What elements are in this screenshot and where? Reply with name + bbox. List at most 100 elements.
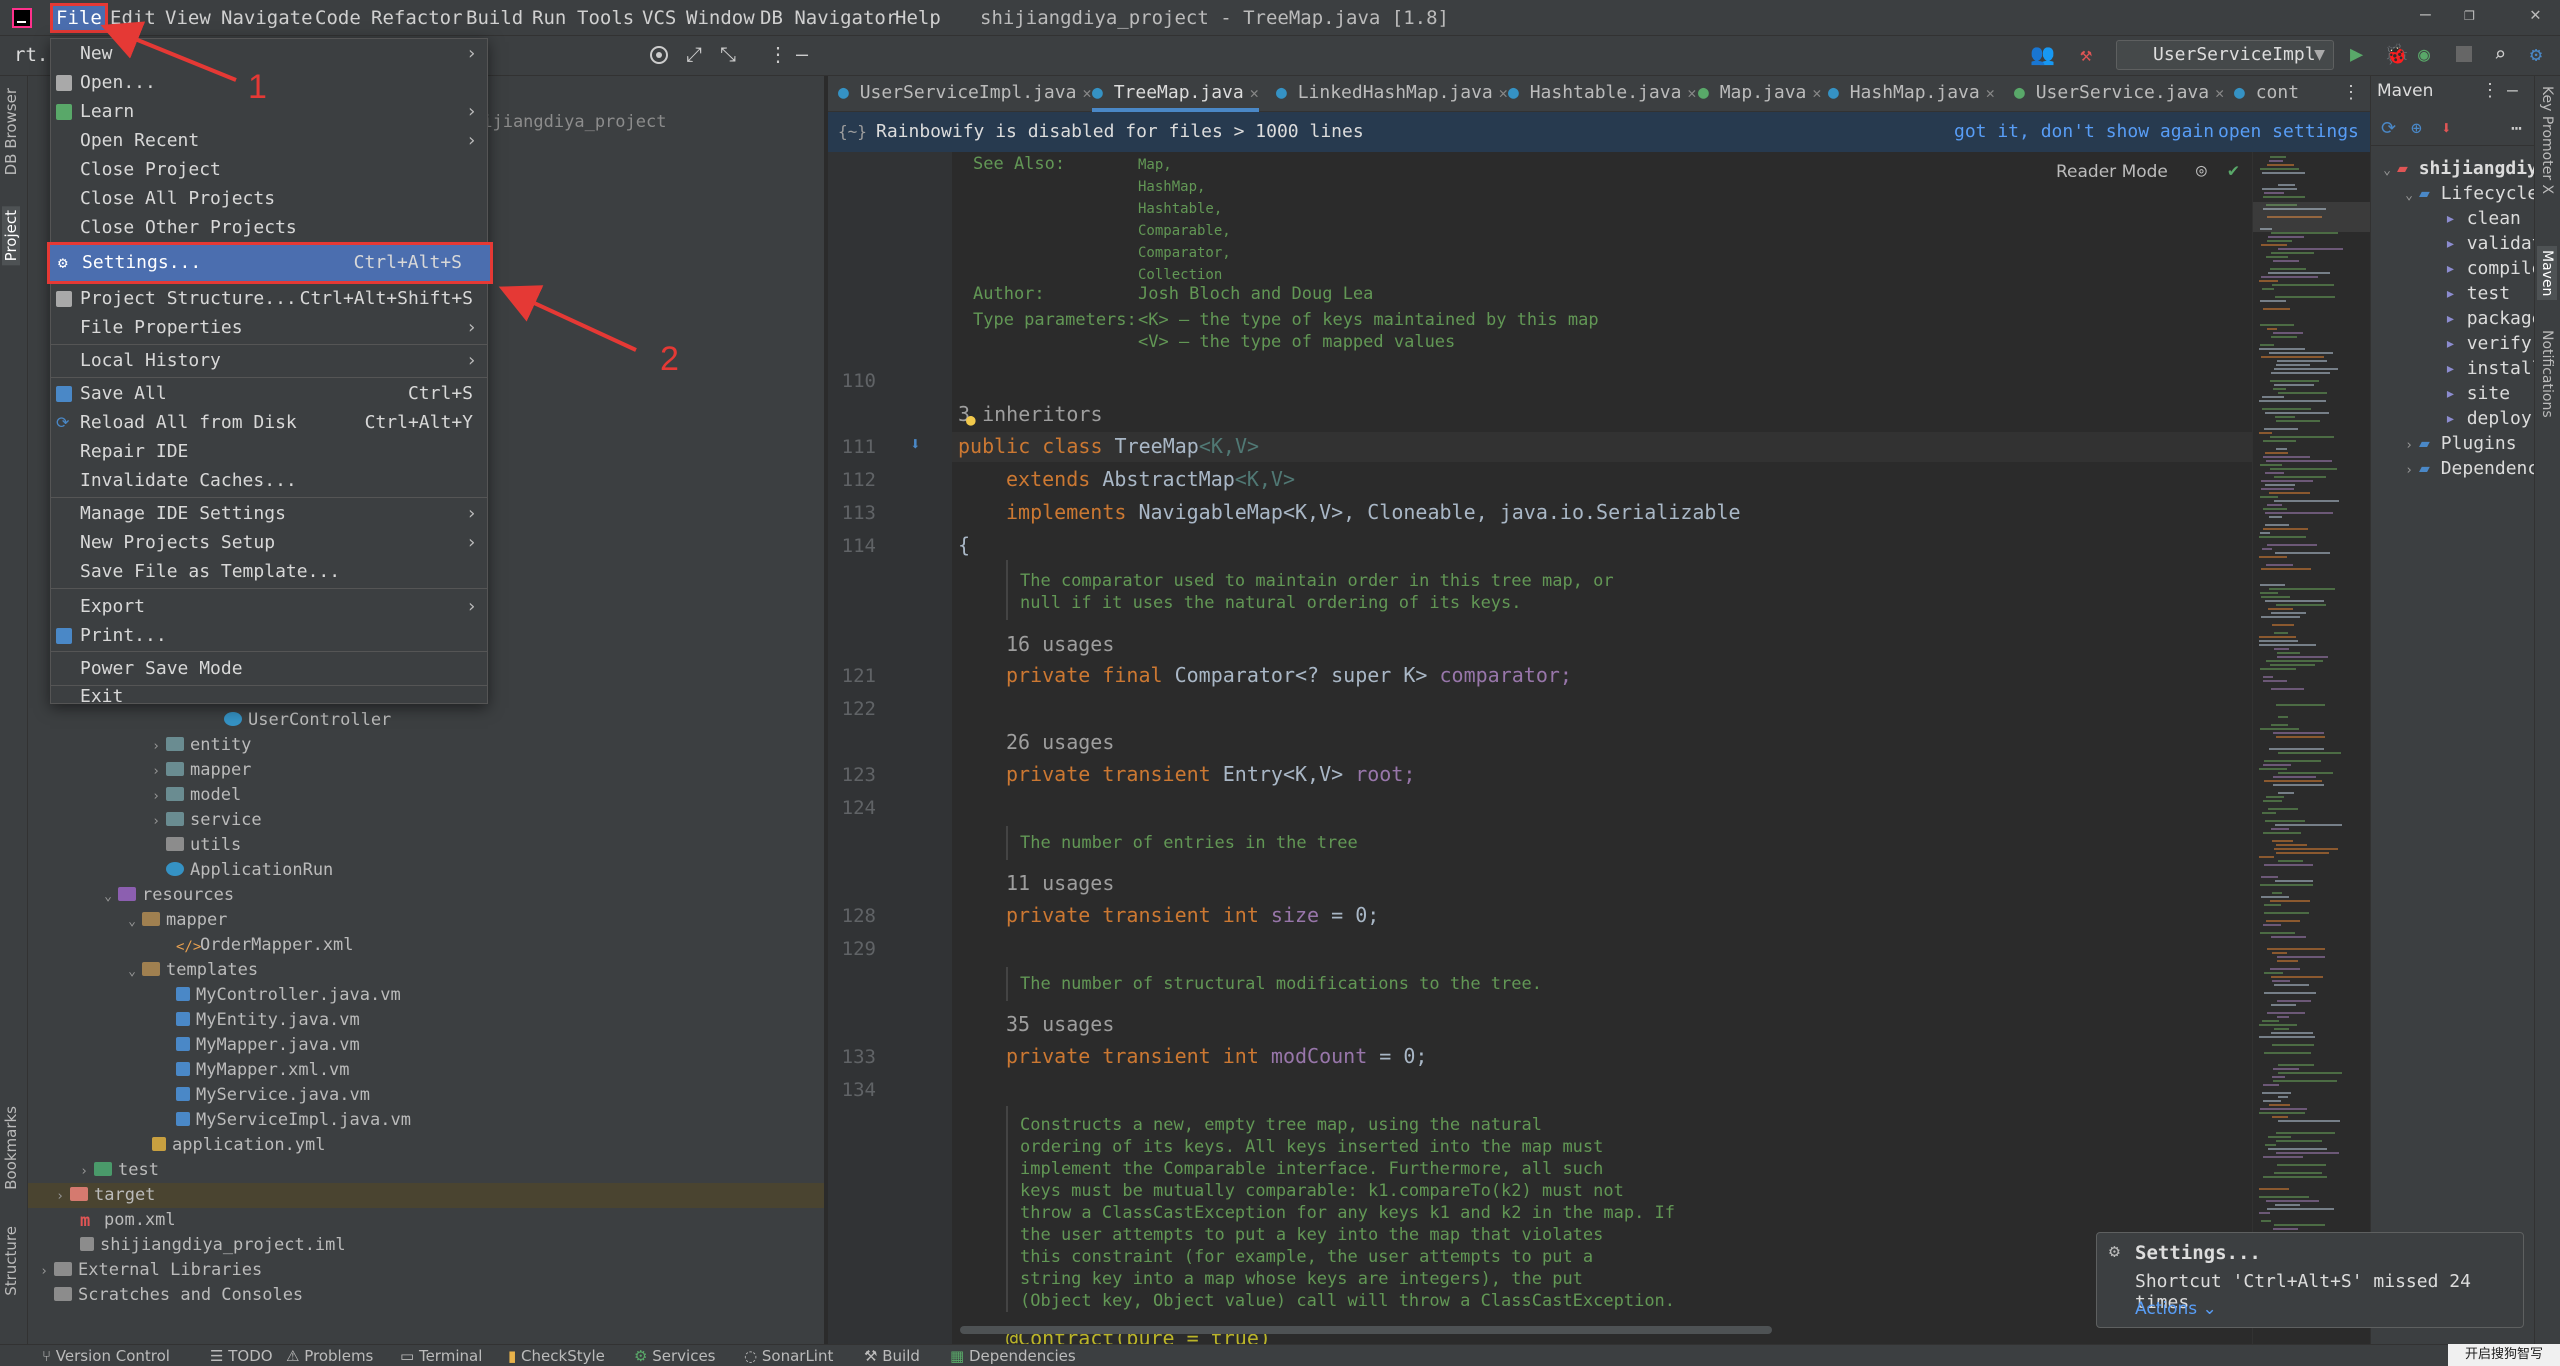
implemented-gutter-icon[interactable]: ⬇ [910,434,921,455]
hide-panel-icon[interactable]: — [796,42,808,66]
maven-goal-site[interactable]: ▸ site [2445,381,2510,406]
menu-item-exit[interactable]: Exit [51,687,487,707]
terminal-tab[interactable]: ▭ Terminal [400,1345,482,1366]
lightbulb-icon[interactable]: ● [966,410,976,429]
reader-mode-toggle[interactable]: Reader Mode [2056,162,2168,182]
chevron-down-icon[interactable]: ⌄ [122,909,142,934]
minimize-button[interactable]: — [2420,4,2431,25]
tree-file-my-entity-vm[interactable]: MyEntity.java.vm [176,1008,360,1033]
tree-folder-target[interactable]: › target [28,1183,824,1208]
build-tab[interactable]: ⚒ Build [864,1345,920,1366]
maven-dependencies[interactable]: › ▰ Dependenc [2399,456,2538,481]
maven-goal-validate[interactable]: ▸ validat [2445,231,2543,256]
chevron-right-icon[interactable]: › [2399,433,2419,458]
todo-tab[interactable]: ☰ TODO [210,1345,273,1366]
tree-folder-model[interactable]: › model [146,783,241,808]
menu-window[interactable]: Window [684,5,757,31]
tree-file-application-run[interactable]: ApplicationRun [166,858,333,883]
menu-file[interactable]: File [50,3,108,33]
maven-goal-compile[interactable]: ▸ compile [2445,256,2543,281]
maven-lifecycle[interactable]: ⌄ ▰ Lifecycle [2399,181,2538,206]
menu-edit[interactable]: Edit [108,5,158,31]
see-also-item[interactable]: HashMap, [1138,176,1231,198]
tree-folder-test[interactable]: › test [74,1158,159,1183]
close-icon[interactable]: ✕ [1250,84,1259,102]
see-also-item[interactable]: Comparator, [1138,242,1231,264]
tree-file-my-mapper-xml-vm[interactable]: MyMapper.xml.vm [176,1058,350,1083]
structure-tab[interactable]: Structure [2,1226,20,1296]
menu-vcs[interactable]: VCS [640,5,678,31]
menu-item-close-project[interactable]: Close Project [51,155,487,184]
maven-goal-package[interactable]: ▸ package [2445,306,2543,331]
tree-folder-entity[interactable]: › entity [146,733,251,758]
more-icon[interactable]: ⋯ [2511,118,2522,139]
menu-item-learn[interactable]: Learn › [51,97,487,126]
more-tabs-icon[interactable]: ⋮ [2342,76,2360,112]
menu-item-repair-ide[interactable]: Repair IDE [51,437,487,466]
debug-icon[interactable]: 🐞 [2384,42,2409,66]
chevron-right-icon[interactable]: › [74,1159,94,1184]
chevron-down-icon[interactable]: ⌄ [98,884,118,909]
tree-file-my-mapper-vm[interactable]: MyMapper.java.vm [176,1033,360,1058]
add-project-icon[interactable]: ⊕ [2411,118,2422,139]
tree-file-user-controller[interactable]: UserController [224,708,391,733]
chevron-down-icon[interactable]: ⌄ [122,959,142,984]
toast-actions-link[interactable]: Actions ⌄ [2135,1299,2217,1319]
menu-view[interactable]: View [163,5,213,31]
close-window-button[interactable]: ✕ [2530,4,2541,25]
search-icon[interactable]: ⌕ [2494,42,2506,66]
menu-item-export[interactable]: Export › [51,592,487,621]
version-control-tab[interactable]: ⑂ Version Control [42,1345,170,1366]
dependencies-tab[interactable]: ▦ Dependencies [950,1345,1076,1366]
build-hammer-icon[interactable]: ⚒ [2080,42,2092,66]
tree-folder-resources[interactable]: ⌄ resources [98,883,234,908]
ide-settings-icon[interactable]: ⚙ [2530,42,2542,66]
maven-plugins[interactable]: › ▰ Plugins [2399,431,2516,458]
ime-indicator[interactable]: 开启搜狗智写 [2448,1344,2560,1366]
menu-item-print[interactable]: Print... [51,621,487,650]
bookmarks-tab[interactable]: Bookmarks [2,1106,20,1190]
check-icon[interactable]: ✔ [2228,160,2239,181]
tab-user-service-impl[interactable]: ● UserServiceImpl.java ✕ [838,76,1091,112]
inheritors-hint[interactable]: 3 inheritors [958,402,1103,426]
expand-icon[interactable]: ⤢ [686,42,702,66]
checkstyle-tab[interactable]: ▮ CheckStyle [508,1345,605,1366]
key-promoter-tab[interactable]: Key Promoter X [2539,86,2555,194]
tree-file-iml[interactable]: shijiangdiya_project.iml [80,1233,346,1258]
project-root-row[interactable]: hijiangdiya_project [472,110,666,135]
target-icon[interactable] [650,46,668,64]
menu-item-new[interactable]: New › [51,39,487,68]
usages-hint[interactable]: 16 usages [1006,632,1114,656]
chevron-right-icon[interactable]: › [34,1259,54,1284]
chevron-right-icon[interactable]: › [50,1184,70,1209]
tree-folder-mapper[interactable]: › mapper [146,758,251,783]
see-also-item[interactable]: Comparable, [1138,220,1231,242]
tab-map[interactable]: ● Map.java ✕ [1698,76,1821,112]
tree-file-my-service-vm[interactable]: MyService.java.vm [176,1083,370,1108]
problems-tab[interactable]: ⚠ Problems [286,1345,373,1366]
hide-panel-icon[interactable]: — [2507,80,2518,101]
collapse-icon[interactable]: ⤡ [720,42,736,66]
tree-file-pom-xml[interactable]: m pom.xml [80,1208,176,1233]
tree-folder-utils[interactable]: utils [166,833,241,858]
tab-cont[interactable]: ● cont [2234,76,2299,112]
see-also-item[interactable]: Map, [1138,154,1231,176]
minimap-viewport[interactable] [2253,202,2371,232]
usages-hint[interactable]: 26 usages [1006,730,1114,754]
menu-item-open-recent[interactable]: Open Recent › [51,126,487,155]
maven-goal-verify[interactable]: ▸ verify [2445,331,2532,356]
close-icon[interactable]: ✕ [1812,84,1821,102]
close-icon[interactable]: ✕ [1986,84,1995,102]
more-options-icon[interactable]: ⋮ [768,42,788,66]
menu-item-reload-all[interactable]: ⟳ Reload All from Disk Ctrl+Alt+Y [51,408,487,437]
tab-hashmap[interactable]: ● HashMap.java ✕ [1828,76,1995,112]
chevron-right-icon[interactable]: › [2399,458,2419,483]
tree-folder-templates[interactable]: ⌄ templates [122,958,258,983]
menu-tools[interactable]: Tools [575,5,636,31]
menu-item-file-properties[interactable]: File Properties › [51,313,487,342]
maven-tab[interactable]: Maven [2537,246,2557,301]
tab-user-service[interactable]: ● UserService.java ✕ [2014,76,2224,112]
menu-item-new-projects-setup[interactable]: New Projects Setup › [51,528,487,557]
menu-item-project-structure[interactable]: Project Structure... Ctrl+Alt+Shift+S [51,284,487,313]
code-minimap[interactable] [2252,152,2371,1344]
